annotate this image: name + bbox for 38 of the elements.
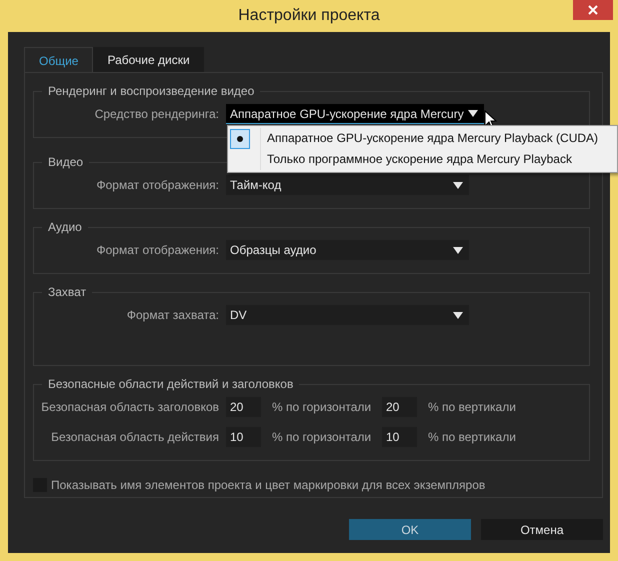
number-field[interactable]: 10 (226, 427, 261, 447)
group-title: Захват (47, 285, 88, 299)
dropdown-select[interactable]: Тайм-код (226, 175, 469, 195)
group-title: Видео (47, 155, 84, 169)
group-title: Аудио (47, 220, 83, 234)
window-title: Настройки проекта (238, 7, 380, 25)
number-field[interactable]: 10 (382, 427, 417, 447)
field-label: Средство рендеринга: (94, 107, 219, 121)
unit-label: % по вертикали (428, 430, 517, 444)
tab[interactable]: Общие (24, 47, 94, 73)
number-field[interactable]: 20 (226, 397, 261, 417)
number-field[interactable]: 20 (382, 397, 417, 417)
field-label: Формат отображения: (96, 243, 219, 257)
bullet-icon (237, 136, 243, 142)
menu-item[interactable]: Аппаратное GPU-ускорение ядра Mercury Playback (CUDA) (260, 128, 598, 149)
group-title: Безопасные области действий и заголовков (47, 377, 294, 391)
close-icon (588, 5, 598, 15)
field-label: Безопасная область заголовков (40, 400, 219, 414)
field-label: Формат отображения: (96, 178, 219, 192)
caret-icon (453, 312, 463, 318)
field-label: Формат захвата: (126, 308, 219, 322)
menu-item[interactable]: Только программное ускорение ядра Mercury Playback (260, 149, 572, 170)
group-title: Рендеринг и воспроизведение видео (47, 84, 256, 98)
dropdown-select[interactable]: DV (226, 305, 469, 325)
unit-label: % по горизонтали (272, 400, 372, 414)
checkbox-label: Показывать имя элементов проекта и цвет маркировки для всех экземпляров (51, 478, 486, 492)
close-button[interactable] (573, 0, 613, 20)
caret-icon (453, 182, 463, 188)
caret-icon (468, 110, 478, 117)
unit-label: % по вертикали (428, 400, 517, 414)
dropdown-select[interactable]: Аппаратное GPU-ускорение ядра Mercury (226, 104, 484, 124)
tab[interactable]: Рабочие диски (93, 47, 204, 73)
cancel-button[interactable]: Отмена (481, 519, 603, 540)
field-label: Безопасная область действия (50, 430, 219, 444)
dropdown-select[interactable]: Образцы аудио (226, 240, 469, 260)
unit-label: % по горизонтали (272, 430, 372, 444)
caret-icon (453, 246, 463, 254)
ok-button[interactable]: OK (349, 519, 471, 540)
